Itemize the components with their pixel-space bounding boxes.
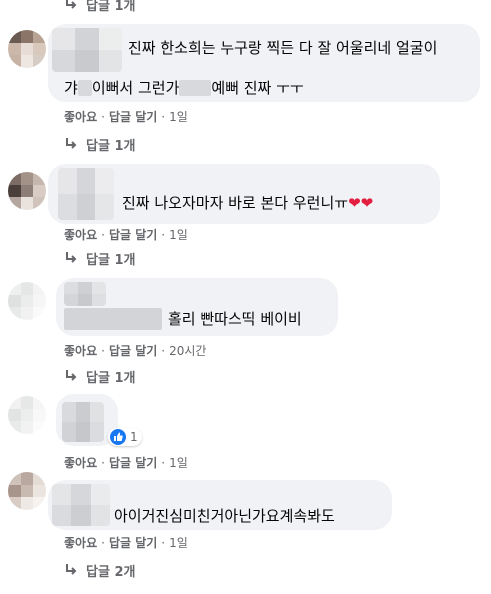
comment-actions: 좋아요 · 답글 달기 · 20시간 <box>64 342 207 359</box>
reply-arrow-icon <box>66 252 77 263</box>
reply-arrow-icon <box>66 564 77 575</box>
heart-icon: ❤❤ <box>348 194 374 212</box>
avatar[interactable] <box>8 396 46 434</box>
reply-arrow-icon <box>66 370 77 381</box>
censored-block <box>77 80 92 96</box>
view-replies-label: 답글 2개 <box>86 564 136 580</box>
comment-text-part: 이뻐서 그런가 <box>91 79 180 97</box>
reply-arrow-icon <box>66 0 77 9</box>
like-button[interactable]: 좋아요 <box>64 534 97 551</box>
comment-text-line: 진짜 나오자마자 바로 본다 우런니ㅠ❤❤ <box>122 193 373 213</box>
commenter-name[interactable] <box>58 168 114 220</box>
comment-text-part: 예뻐 진짜 ㅜㅜ <box>211 79 304 97</box>
view-replies-label: 답글 1개 <box>86 370 136 386</box>
view-replies-link[interactable]: 답글 1개 <box>64 248 135 268</box>
like-button[interactable]: 좋아요 <box>64 342 97 359</box>
comment-text: 진짜 나오자마자 바로 본다 우런니ㅠ <box>122 194 349 212</box>
reply-button[interactable]: 답글 달기 <box>109 342 157 359</box>
comment-actions: 좋아요 · 답글 달기 · 1일 <box>64 454 188 471</box>
like-button[interactable]: 좋아요 <box>64 454 97 471</box>
comment-text: 아이거진심미친거아닌가요계속봐도 <box>114 507 335 525</box>
avatar[interactable] <box>8 472 46 510</box>
reply-button[interactable]: 답글 달기 <box>109 534 157 551</box>
avatar[interactable] <box>8 282 46 320</box>
like-icon <box>110 429 126 445</box>
timestamp[interactable]: 1일 <box>169 226 188 243</box>
view-replies-link[interactable]: 답글 2개 <box>64 560 135 580</box>
censored-block <box>64 308 162 330</box>
comment-text-part: 갸 <box>64 79 78 97</box>
reply-button[interactable]: 답글 달기 <box>109 454 157 471</box>
commenter-name[interactable] <box>62 402 104 442</box>
reaction-count: 1 <box>130 430 138 444</box>
comment-actions: 좋아요 · 답글 달기 · 1일 <box>64 108 188 125</box>
comment-actions: 좋아요 · 답글 달기 · 1일 <box>64 226 188 243</box>
avatar[interactable] <box>8 30 46 68</box>
timestamp[interactable]: 1일 <box>169 108 188 125</box>
comment-text: 홀리 빤따스띡 베이비 <box>168 310 302 328</box>
reply-button[interactable]: 답글 달기 <box>109 226 157 243</box>
view-replies-link[interactable]: 답글 1개 <box>64 0 135 14</box>
view-replies-label: 답글 1개 <box>86 0 136 14</box>
comment-text-line2: 갸 이뻐서 그런가 예뻐 진짜 ㅜㅜ <box>64 78 304 98</box>
timestamp[interactable]: 1일 <box>169 454 188 471</box>
reaction-summary[interactable]: 1 <box>108 428 142 446</box>
reply-arrow-icon <box>66 138 77 149</box>
commenter-name[interactable] <box>64 282 106 306</box>
censored-block <box>179 80 212 96</box>
commenter-name[interactable] <box>52 28 122 72</box>
reply-button[interactable]: 답글 달기 <box>109 108 157 125</box>
view-replies-link[interactable]: 답글 1개 <box>64 366 135 386</box>
comment-actions: 좋아요 · 답글 달기 · 1일 <box>64 534 188 551</box>
view-replies-label: 답글 1개 <box>86 138 136 154</box>
commenter-name[interactable] <box>52 484 110 526</box>
like-button[interactable]: 좋아요 <box>64 108 97 125</box>
view-replies-label: 답글 1개 <box>86 252 136 268</box>
comment-text: 진짜 한소희는 누구랑 찍든 다 잘 어울리네 얼굴이 <box>128 39 438 57</box>
timestamp[interactable]: 20시간 <box>169 342 206 359</box>
like-button[interactable]: 좋아요 <box>64 226 97 243</box>
avatar[interactable] <box>8 172 46 210</box>
view-replies-link[interactable]: 답글 1개 <box>64 134 135 154</box>
timestamp[interactable]: 1일 <box>169 534 188 551</box>
